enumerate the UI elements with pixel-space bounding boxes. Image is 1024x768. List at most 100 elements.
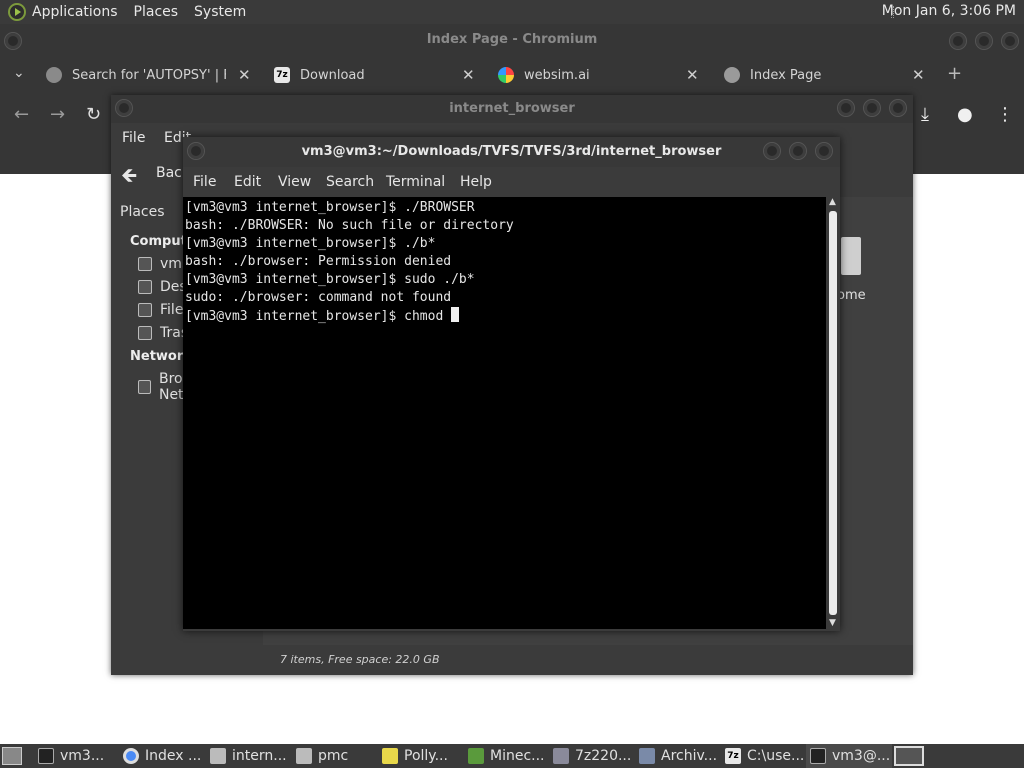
back-arrow-icon[interactable]: 🡸 <box>121 161 137 195</box>
forward-arrow-icon[interactable]: → <box>50 104 65 125</box>
folder-icon <box>296 748 312 764</box>
taskbar-item-terminal[interactable]: vm3... <box>38 744 104 768</box>
kebab-menu-icon[interactable]: ⋮ <box>996 104 1014 125</box>
menu-view[interactable]: View <box>278 174 311 190</box>
terminal-window: vm3@vm3:~/Downloads/TVFS/TVFS/3rd/intern… <box>183 137 840 631</box>
close-tab-icon[interactable]: ✕ <box>912 66 925 84</box>
sidebar-places-label[interactable]: Places <box>120 204 165 220</box>
home-folder-icon[interactable] <box>841 237 861 275</box>
scrollbar[interactable]: ▲ ▼ <box>826 197 840 631</box>
taskbar-item-polly[interactable]: Polly... <box>382 744 448 768</box>
tab-index-page[interactable]: Index Page ✕ <box>724 58 934 92</box>
taskbar-item-archive-manager[interactable]: Archiv... <box>639 744 717 768</box>
archive-icon <box>553 748 569 764</box>
menubar: File Edit View Search Terminal Help <box>183 167 840 197</box>
window-title: Index Page - Chromium <box>426 32 598 47</box>
tab-title: Download <box>300 67 365 83</box>
terminal-line: [vm3@vm3 internet_browser]$ sudo ./b* <box>185 272 475 287</box>
close-tab-icon[interactable]: ✕ <box>238 66 251 84</box>
terminal-line: bash: ./BROWSER: No such file or directo… <box>185 218 514 233</box>
close-button[interactable] <box>815 142 833 160</box>
show-desktop-icon[interactable] <box>2 747 22 765</box>
taskbar-item-pmc[interactable]: pmc <box>296 744 348 768</box>
terminal-input[interactable]: [vm3@vm3 internet_browser]$ chmod <box>185 309 451 324</box>
system-menu[interactable]: System <box>194 4 246 20</box>
minimize-button[interactable] <box>949 32 967 50</box>
window-title: vm3@vm3:~/Downloads/TVFS/TVFS/3rd/intern… <box>183 137 840 167</box>
menu-file[interactable]: File <box>193 174 216 190</box>
menu-search[interactable]: Search <box>326 174 374 190</box>
close-tab-icon[interactable]: ✕ <box>686 66 699 84</box>
tab-download[interactable]: 7z Download ✕ <box>274 58 484 92</box>
folder-icon <box>210 748 226 764</box>
taskbar-item-terminal-active[interactable]: vm3@... <box>806 744 892 768</box>
websim-icon <box>498 67 514 83</box>
distro-logo-icon[interactable] <box>8 3 26 21</box>
home-icon <box>138 257 152 271</box>
tab-websim[interactable]: websim.ai ✕ <box>498 58 708 92</box>
close-button[interactable] <box>889 99 907 117</box>
menu-terminal[interactable]: Terminal <box>386 174 445 190</box>
minimize-button[interactable] <box>837 99 855 117</box>
file-item-label[interactable]: ome <box>837 288 866 303</box>
7zip-icon: 7z <box>274 67 290 83</box>
close-tab-icon[interactable]: ✕ <box>462 66 475 84</box>
terminal-line: bash: ./browser: Permission denied <box>185 254 452 269</box>
desktop-icon <box>138 280 152 294</box>
new-tab-button[interactable]: + <box>947 63 962 84</box>
clock[interactable]: Mon Jan 6, 3:06 PM <box>882 3 1016 19</box>
tab-strip: ⌄ Search for 'AUTOPSY' | Flat ✕ 7z Downl… <box>0 58 1024 92</box>
profile-icon[interactable]: ● <box>957 104 973 125</box>
back-arrow-icon[interactable]: ← <box>14 104 29 125</box>
tab-title: Index Page <box>750 67 822 83</box>
window-menu-button[interactable] <box>187 142 205 160</box>
reload-icon[interactable]: ↻ <box>86 104 101 125</box>
tab-title: Search for 'AUTOPSY' | Flat <box>72 67 226 83</box>
download-icon[interactable]: ⤓ <box>921 104 929 125</box>
taskbar: vm3... Index ... intern... pmc Polly... … <box>0 744 1024 768</box>
terminal-icon <box>810 748 826 764</box>
tab-search-button[interactable]: ⌄ <box>13 65 25 81</box>
close-button[interactable] <box>1001 32 1019 50</box>
minimize-button[interactable] <box>763 142 781 160</box>
chromium-icon <box>123 748 139 764</box>
taskbar-item-7z-download[interactable]: 7z220... <box>553 744 631 768</box>
globe-icon <box>724 67 740 83</box>
terminal-line: sudo: ./browser: command not found <box>185 290 452 305</box>
archive-manager-icon <box>639 748 655 764</box>
top-panel: Applications Places System Mon Jan 6, 3:… <box>0 0 1024 24</box>
scroll-down-icon[interactable]: ▼ <box>829 618 836 628</box>
window-title: internet_browser <box>111 95 913 123</box>
maximize-button[interactable] <box>789 142 807 160</box>
maximize-button[interactable] <box>975 32 993 50</box>
places-menu[interactable]: Places <box>134 4 179 20</box>
terminal-prompt-line[interactable]: [vm3@vm3 internet_browser]$ chmod <box>185 307 824 326</box>
app-icon <box>382 748 398 764</box>
menu-file[interactable]: File <box>122 130 145 146</box>
drive-icon <box>138 303 152 317</box>
applications-menu[interactable]: Applications <box>32 4 118 20</box>
7zip-icon: 7z <box>725 748 741 764</box>
taskbar-item-file-manager[interactable]: intern... <box>210 744 287 768</box>
tab-title: websim.ai <box>524 67 590 83</box>
window-menu-button[interactable] <box>4 32 22 50</box>
network-icon <box>138 380 151 394</box>
menu-help[interactable]: Help <box>460 174 492 190</box>
tab-autopsy[interactable]: Search for 'AUTOPSY' | Flat ✕ <box>46 58 266 92</box>
terminal-icon <box>38 748 54 764</box>
menu-edit[interactable]: Edit <box>234 174 261 190</box>
window-menu-button[interactable] <box>115 99 133 117</box>
terminal-line: [vm3@vm3 internet_browser]$ ./BROWSER <box>185 200 475 215</box>
workspace-switcher[interactable] <box>894 746 924 766</box>
taskbar-item-7zip[interactable]: 7z C:\use... <box>725 744 804 768</box>
status-bar: 7 items, Free space: 22.0 GB <box>263 645 913 675</box>
terminal-line: [vm3@vm3 internet_browser]$ ./b* <box>185 236 436 251</box>
flathub-icon <box>46 67 62 83</box>
taskbar-item-chromium[interactable]: Index ... <box>123 744 201 768</box>
taskbar-item-minecraft[interactable]: Minec... <box>468 744 545 768</box>
terminal-output[interactable]: [vm3@vm3 internet_browser]$ ./BROWSER ba… <box>183 197 826 629</box>
scroll-up-icon[interactable]: ▲ <box>829 197 836 207</box>
maximize-button[interactable] <box>863 99 881 117</box>
trash-icon <box>138 326 152 340</box>
scrollbar-thumb[interactable] <box>829 211 837 615</box>
